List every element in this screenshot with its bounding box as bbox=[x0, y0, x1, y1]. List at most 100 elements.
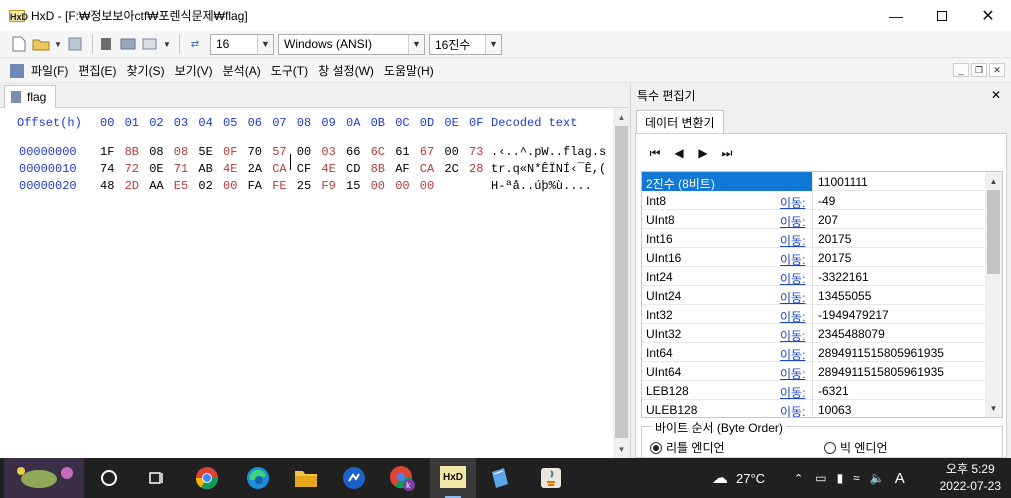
decoded-text[interactable]: .‹..^.pW..flag.s bbox=[491, 145, 606, 159]
start-icon[interactable] bbox=[95, 464, 123, 492]
open-folder-icon[interactable] bbox=[32, 35, 50, 53]
conversion-scrollbar[interactable]: ▲ ▼ bbox=[985, 172, 1002, 417]
conversion-value[interactable]: 20175 bbox=[818, 232, 851, 246]
close-button[interactable]: ✕ bbox=[965, 0, 1011, 31]
hex-row[interactable]: 00000000 1F 8B 08 08 5E 0F 70 57 00 03 66 6C 61 67 00 73… bbox=[0, 145, 613, 161]
disk-icon[interactable] bbox=[141, 35, 159, 53]
hex-byte[interactable]: 28 bbox=[469, 162, 489, 176]
goto-link[interactable]: 이동: bbox=[780, 194, 805, 211]
conversion-value[interactable]: -3322161 bbox=[818, 270, 869, 284]
hex-byte[interactable]: 61 bbox=[395, 145, 415, 159]
goto-link[interactable]: 이동: bbox=[780, 384, 805, 401]
hex-byte[interactable]: 02 bbox=[198, 179, 218, 193]
conversion-value[interactable]: 2894911515805961935 bbox=[818, 365, 944, 379]
conversion-row[interactable]: UInt24 이동: 13455055 bbox=[642, 286, 985, 305]
big-endian-radio[interactable]: 빅 엔디언 bbox=[824, 439, 888, 456]
hex-byte[interactable]: 70 bbox=[248, 145, 268, 159]
ram-icon[interactable] bbox=[119, 35, 137, 53]
save-icon[interactable] bbox=[66, 35, 84, 53]
hex-byte[interactable]: 2C bbox=[444, 162, 464, 176]
goto-link[interactable]: 이동: bbox=[780, 232, 805, 249]
hex-byte[interactable]: FA bbox=[248, 179, 268, 193]
scroll-down-icon[interactable]: ▼ bbox=[985, 400, 1002, 416]
wifi-icon[interactable]: ≈ bbox=[853, 471, 860, 485]
hex-byte[interactable]: 8B bbox=[371, 162, 391, 176]
hex-byte[interactable]: AF bbox=[395, 162, 415, 176]
chrome-icon[interactable] bbox=[193, 464, 221, 492]
bytes-per-row-select[interactable]: 16 ▼ bbox=[210, 33, 274, 55]
hex-byte[interactable]: 73 bbox=[469, 145, 489, 159]
hex-byte[interactable]: 1F bbox=[100, 145, 120, 159]
goto-link[interactable]: 이동: bbox=[780, 251, 805, 268]
menu-edit[interactable]: 편집(E) bbox=[78, 62, 116, 79]
hex-byte[interactable]: 5E bbox=[198, 145, 218, 159]
close-file-icon[interactable] bbox=[97, 35, 115, 53]
goto-link[interactable]: 이동: bbox=[780, 289, 805, 306]
conversion-row[interactable]: UInt64 이동: 2894911515805961935 bbox=[642, 362, 985, 381]
hex-byte[interactable]: 00 bbox=[223, 179, 243, 193]
hex-editor[interactable]: Offset(h) 00 01 02 03 04 05 06 07 08 09 0A 0B 0C 0D 0E… bbox=[0, 108, 613, 458]
conversion-value[interactable]: -49 bbox=[818, 194, 835, 208]
tab-data-inspector[interactable]: 데이터 변환기 bbox=[636, 110, 724, 134]
charset-select[interactable]: Windows (ANSI) ▼ bbox=[278, 33, 425, 55]
weather-widget[interactable]: ☁ 27°C bbox=[712, 458, 765, 498]
java-icon[interactable] bbox=[537, 464, 565, 492]
meeting-icon[interactable]: ▭ bbox=[815, 471, 826, 485]
tab-flag[interactable]: flag bbox=[4, 85, 56, 108]
goto-link[interactable]: 이동: bbox=[780, 213, 805, 230]
hex-row[interactable]: 00000010 74 72 0E 71 AB 4E 2A CA CF 4E CD 8B AF CA 2C 28… bbox=[0, 162, 613, 178]
hex-byte[interactable]: 66 bbox=[346, 145, 366, 159]
scroll-thumb[interactable] bbox=[987, 190, 1000, 274]
hxd-taskbar-active[interactable]: HxD bbox=[430, 458, 476, 498]
hex-byte[interactable]: AA bbox=[149, 179, 169, 193]
next-icon[interactable]: ▶ bbox=[692, 144, 714, 162]
hex-byte[interactable]: 15 bbox=[346, 179, 366, 193]
hex-byte[interactable]: FE bbox=[272, 179, 292, 193]
mdi-restore-button[interactable]: ❐ bbox=[971, 63, 987, 77]
hex-byte[interactable]: 00 bbox=[371, 179, 391, 193]
conversion-value[interactable]: 2894911515805961935 bbox=[818, 346, 944, 360]
hex-byte[interactable]: 4E bbox=[223, 162, 243, 176]
conversion-value[interactable]: 11001111 bbox=[818, 175, 868, 189]
hex-byte[interactable]: 2A bbox=[248, 162, 268, 176]
conversion-value[interactable]: 10063 bbox=[818, 403, 851, 417]
conversion-value[interactable]: -6321 bbox=[818, 384, 849, 398]
menu-window[interactable]: 창 설정(W) bbox=[318, 62, 374, 79]
menu-view[interactable]: 보기(V) bbox=[175, 62, 213, 79]
maximize-button[interactable] bbox=[919, 0, 965, 31]
hex-byte[interactable]: F9 bbox=[321, 179, 341, 193]
conversion-row[interactable]: UInt32 이동: 2345488079 bbox=[642, 324, 985, 343]
conversion-row[interactable]: Int64 이동: 2894911515805961935 bbox=[642, 343, 985, 362]
file-explorer-icon[interactable] bbox=[292, 464, 320, 492]
chrome-profile-icon[interactable]: k bbox=[388, 464, 416, 492]
hex-byte[interactable]: CF bbox=[297, 162, 317, 176]
hex-byte[interactable]: 67 bbox=[420, 145, 440, 159]
hex-row[interactable]: 00000020 48 2D AA E5 02 00 FA FE 25 F9 15 00 00 00 H-ªå… bbox=[0, 179, 613, 195]
conversion-row[interactable]: Int16 이동: 20175 bbox=[642, 229, 985, 248]
conversion-value[interactable]: -1949479217 bbox=[818, 308, 889, 322]
last-icon[interactable]: ⏭ bbox=[716, 144, 738, 162]
clock[interactable]: 오후 5:29 2022-07-23 bbox=[940, 461, 1001, 495]
conversion-row[interactable]: UInt8 이동: 207 bbox=[642, 210, 985, 229]
hex-byte[interactable]: 8B bbox=[125, 145, 145, 159]
new-file-icon[interactable] bbox=[10, 35, 28, 53]
dropdown-arrow-icon[interactable]: ▼ bbox=[163, 35, 171, 53]
scroll-thumb[interactable] bbox=[615, 126, 628, 438]
panel-close-icon[interactable]: ✕ bbox=[991, 88, 1001, 102]
hex-byte[interactable]: 2D bbox=[125, 179, 145, 193]
hex-byte[interactable]: 0E bbox=[149, 162, 169, 176]
minimize-button[interactable]: — bbox=[873, 0, 919, 31]
battery-icon[interactable]: ▮ bbox=[837, 471, 844, 485]
hex-byte[interactable]: 00 bbox=[444, 145, 464, 159]
decoded-text[interactable]: H-ªå..úþ%ù.... bbox=[491, 179, 592, 193]
mdi-minimize-button[interactable]: _ bbox=[953, 63, 969, 77]
hex-byte[interactable]: 08 bbox=[174, 145, 194, 159]
edge-icon[interactable] bbox=[244, 464, 272, 492]
conversion-value[interactable]: 207 bbox=[818, 213, 838, 227]
goto-link[interactable]: 이동: bbox=[780, 308, 805, 325]
goto-link[interactable]: 이동: bbox=[780, 327, 805, 344]
ime-indicator[interactable]: A bbox=[895, 470, 905, 487]
goto-link[interactable]: 이동: bbox=[780, 365, 805, 382]
hex-byte[interactable]: 71 bbox=[174, 162, 194, 176]
hex-byte[interactable]: CA bbox=[420, 162, 440, 176]
